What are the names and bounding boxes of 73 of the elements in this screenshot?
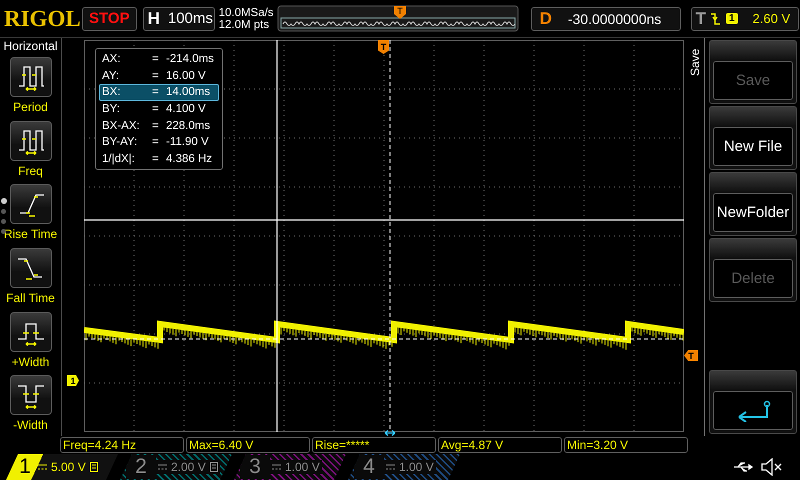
run-stop-button[interactable]: STOP	[82, 6, 137, 30]
readout-label: AX:	[102, 53, 122, 66]
trigger-level: 2.60 V	[752, 11, 790, 26]
channel-marker: 1	[67, 375, 79, 386]
timebase-panel[interactable]: H 100ms	[142, 6, 215, 30]
panel-title: Horizontal	[3, 38, 58, 54]
readout-value: -214.0ms	[166, 53, 215, 66]
readout-value: -11.90 V	[166, 136, 210, 148]
readout-value: 228.0ms	[166, 120, 212, 132]
readout-row[interactable]: AY: = 16.00 V	[99, 68, 219, 84]
readout-label: BY:	[102, 103, 121, 116]
readout-row[interactable]: BY-AY: = -11.90 V	[99, 134, 219, 151]
readout-sign: =	[152, 136, 160, 148]
measure-label: Freq	[18, 164, 43, 178]
measurement-value: Min=3.20 V	[564, 437, 688, 453]
readout-sign: =	[152, 120, 160, 132]
channel-tab[interactable]: 1 5.00 V	[6, 454, 118, 480]
channel-scale: 2.00 V	[171, 460, 206, 474]
measurement-value: Freq=4.24 Hz	[60, 437, 184, 453]
readout-value: 16.00 V	[166, 70, 207, 82]
measure-label: Period	[13, 100, 48, 114]
softkey-button[interactable]: New File	[713, 127, 793, 166]
channel-tab[interactable]: 4 1.00 V	[348, 454, 460, 480]
delay-value: -30.0000000ns	[568, 10, 662, 26]
readout-row[interactable]: 1/|dX|: = 4.386 Hz	[99, 150, 219, 168]
readout-label: 1/|dX|:	[102, 152, 136, 165]
readout-label: AY:	[102, 70, 120, 82]
softkey-button[interactable]: NewFolder	[713, 193, 793, 232]
readout-label: BY-AY:	[102, 136, 138, 148]
timebase-value: 100ms	[168, 10, 213, 27]
readout-sign: =	[152, 86, 160, 98]
channel-number: 3	[240, 455, 270, 479]
readout-sign: =	[152, 103, 160, 116]
channel-tab[interactable]: 2 2.00 V	[120, 454, 232, 480]
channel-number: 1	[18, 455, 32, 479]
menu-title: Save	[688, 48, 702, 76]
measure-label: Fall Time	[6, 291, 55, 306]
delay-panel[interactable]: D -30.0000000ns	[530, 6, 681, 30]
readout-sign: =	[152, 70, 160, 82]
trigger-label: T	[696, 8, 706, 28]
measurement-value: Avg=4.87 V	[438, 437, 562, 453]
channel-scale: 1.00 V	[285, 460, 320, 474]
sample-rate: 10.0MSa/s	[218, 6, 273, 18]
channel-scale: 1.00 V	[399, 460, 434, 474]
readout-row[interactable]: AX: = -214.0ms	[99, 51, 219, 68]
memory-depth: 12.0M pts	[218, 18, 270, 30]
logo: RIGOL	[4, 6, 78, 32]
measure-label: Rise Time	[4, 227, 58, 242]
delay-label: D	[540, 8, 552, 28]
readout-row[interactable]: BX: = 14.00ms	[99, 84, 219, 101]
readout-label: BX-AX:	[102, 120, 141, 132]
readout-label: BX:	[102, 86, 122, 98]
measurement-value: Max=6.40 V	[186, 437, 310, 453]
readout-row[interactable]: BX-AX: = 228.0ms	[99, 117, 219, 134]
readout-sign: =	[152, 152, 160, 165]
trigger-panel[interactable]: T 1 2.60 V	[690, 6, 799, 30]
readout-value: 14.00ms	[166, 86, 212, 98]
channel-tab[interactable]: 3 1.00 V	[234, 454, 346, 480]
readout-value: 4.386 Hz	[166, 152, 214, 165]
trigger-position-marker: T	[378, 40, 389, 54]
readout-value: 4.100 V	[166, 103, 207, 116]
timebase-label: H	[148, 8, 160, 28]
measure-label: -Width	[13, 418, 48, 432]
trigger-position-marker: T	[394, 6, 406, 18]
trigger-source: 1	[726, 13, 738, 24]
measurement-value: Rise=*****	[312, 437, 436, 453]
readout-row[interactable]: BY: = 4.100 V	[99, 100, 219, 118]
channel-number: 2	[126, 455, 156, 479]
channel-scale: 5.00 V	[51, 460, 86, 474]
channel-number: 4	[354, 455, 384, 479]
trigger-level-marker: T	[684, 350, 698, 361]
measure-label: +Width	[12, 354, 50, 369]
readout-sign: =	[152, 53, 160, 66]
